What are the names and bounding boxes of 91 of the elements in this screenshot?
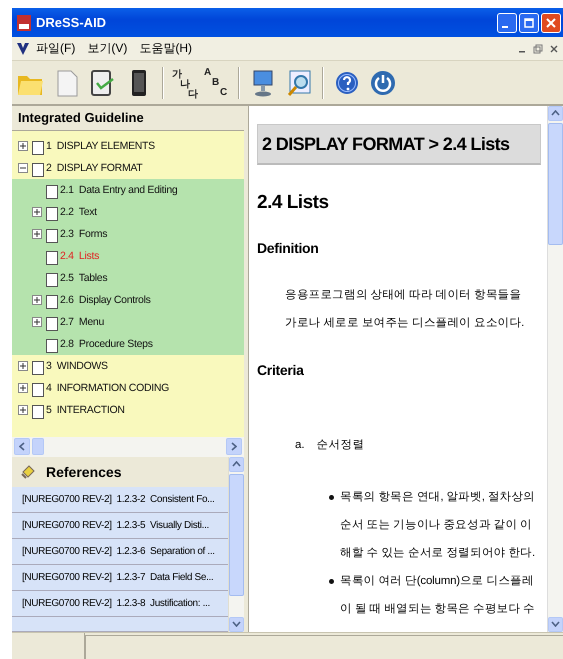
- checkbox[interactable]: [46, 316, 58, 331]
- checkbox[interactable]: [46, 272, 58, 287]
- chevron-down-icon: [551, 621, 560, 628]
- plus-icon: [20, 384, 26, 391]
- alphabet-sort-button[interactable]: A B C: [204, 66, 230, 99]
- expand-toggle[interactable]: [32, 228, 42, 239]
- panel-title: References: [46, 464, 122, 480]
- chevron-left-icon: [19, 442, 25, 452]
- notebook-icon: [20, 464, 36, 480]
- collapse-toggle[interactable]: [18, 162, 28, 173]
- plus-icon: [34, 318, 40, 325]
- app-logo-icon: [16, 14, 32, 32]
- tree-item[interactable]: 2.3 Forms: [60, 228, 108, 240]
- expand-toggle[interactable]: [32, 316, 42, 327]
- plus-icon: [20, 406, 26, 413]
- bullet-icon: [329, 578, 334, 584]
- checkbox[interactable]: [46, 294, 58, 309]
- reference-item[interactable]: [NUREG0700 REV-2] 1.2.3-6 Separation of ...: [12, 538, 228, 565]
- checkbox[interactable]: [46, 250, 58, 265]
- minimize-button[interactable]: [497, 12, 517, 33]
- checkbox[interactable]: [46, 228, 58, 243]
- checkbox[interactable]: [32, 140, 44, 155]
- criterion-text: 목록이 여러 단(column)으로 디스플레이 될 때 배열되는 항목은 수평보다 수: [340, 574, 536, 617]
- criterion-title: 순서정렬: [316, 438, 365, 453]
- tree-item[interactable]: 2.1 Data Entry and Editing: [60, 184, 178, 196]
- chevron-up-icon: [551, 110, 560, 116]
- scroll-down-button[interactable]: [548, 616, 563, 632]
- checkbox[interactable]: [46, 206, 58, 221]
- expand-toggle[interactable]: [32, 206, 42, 217]
- scrollbar-thumb[interactable]: [548, 122, 563, 245]
- checkbox[interactable]: [46, 338, 58, 353]
- list-marker: a.: [295, 438, 305, 453]
- expand-toggle[interactable]: [32, 294, 42, 305]
- checkbox[interactable]: [32, 360, 44, 375]
- breadcrumb-bar: 2 DISPLAY FORMAT > 2.4 Lists: [257, 124, 541, 165]
- reference-item[interactable]: [NUREG0700 REV-2] 1.2.3-2 Consistent Fo...: [12, 486, 228, 513]
- menu-item[interactable]: 파일(F): [30, 38, 82, 60]
- section-heading: Definition: [257, 238, 320, 258]
- definition-text: 응용프로그램의 상태에 따라 데이터 항목들을 가로나 세로로 보여주는 디스플레이 요소이다.: [285, 288, 526, 331]
- reference-item[interactable]: [NUREG0700 REV-2] 1.2.3-5 Visually Disti...: [12, 512, 228, 539]
- expand-toggle[interactable]: [18, 360, 28, 371]
- chevron-right-icon: [231, 442, 237, 452]
- tree-item[interactable]: 2.8 Procedure Steps: [60, 338, 153, 350]
- scroll-down-button[interactable]: [229, 616, 244, 632]
- expand-toggle[interactable]: [18, 404, 28, 415]
- scrollbar-thumb[interactable]: [229, 474, 244, 596]
- tree-item[interactable]: 2.2 Text: [60, 206, 97, 218]
- tree-item[interactable]: 2 DISPLAY FORMAT: [46, 162, 142, 174]
- section-heading: Criteria: [257, 360, 305, 380]
- tree-item[interactable]: 2.5 Tables: [60, 272, 108, 284]
- expand-toggle[interactable]: [18, 140, 28, 151]
- scroll-left-button[interactable]: [14, 438, 30, 456]
- scroll-up-button[interactable]: [548, 106, 563, 121]
- checkbox[interactable]: [32, 382, 44, 397]
- tree-item[interactable]: 4 INFORMATION CODING: [46, 382, 170, 394]
- plus-icon: [20, 362, 26, 369]
- plus-icon: [34, 230, 40, 237]
- checkbox[interactable]: [32, 404, 44, 419]
- hangul-sort-button[interactable]: 가 나 다: [172, 66, 198, 99]
- restore-button[interactable]: [533, 44, 543, 54]
- scroll-up-button[interactable]: [229, 456, 244, 472]
- reference-item[interactable]: [NUREG0700 REV-2] 1.2.3-8 Justification: ...: [12, 590, 228, 617]
- close-button[interactable]: [549, 44, 559, 54]
- maximize-icon: [524, 18, 534, 28]
- expand-toggle[interactable]: [18, 382, 28, 393]
- plus-icon: [34, 296, 40, 303]
- scrollbar-thumb[interactable]: [32, 438, 44, 456]
- plus-icon: [34, 208, 40, 215]
- scroll-right-button[interactable]: [226, 438, 242, 456]
- plus-icon: [20, 142, 26, 149]
- minus-icon: [20, 164, 26, 171]
- page-heading: 2.4 Lists: [257, 190, 330, 215]
- tree-item[interactable]: 5 INTERACTION: [46, 404, 125, 416]
- tree-item[interactable]: 2.6 Display Controls: [60, 294, 151, 306]
- app-logo-icon: [16, 40, 30, 57]
- checkbox[interactable]: [46, 184, 58, 199]
- window-title: DReSS-AID: [36, 15, 108, 30]
- close-icon: [546, 18, 556, 28]
- tree-item[interactable]: 3 WINDOWS: [46, 360, 108, 372]
- bullet-icon: [329, 494, 334, 500]
- reference-item[interactable]: [NUREG0700 REV-2] 1.2.3-7 Data Field Se...: [12, 564, 228, 591]
- menu-item[interactable]: 도움말(H): [133, 38, 198, 60]
- criterion-text: 목록의 항목은 연대, 알파벳, 절차상의 순서 또는 기능이나 중요성과 같이 이해할 수 있는 순서로 정렬되어야 한다.: [340, 490, 536, 561]
- menu-item[interactable]: 보기(V): [81, 38, 134, 60]
- minimize-icon: [502, 26, 508, 28]
- tree-item[interactable]: 2.7 Menu: [60, 316, 104, 328]
- chevron-down-icon: [232, 621, 241, 628]
- maximize-button[interactable]: [519, 12, 539, 33]
- chevron-up-icon: [232, 461, 241, 468]
- checkbox[interactable]: [32, 162, 44, 177]
- tree-item[interactable]: 1 DISPLAY ELEMENTS: [46, 140, 155, 152]
